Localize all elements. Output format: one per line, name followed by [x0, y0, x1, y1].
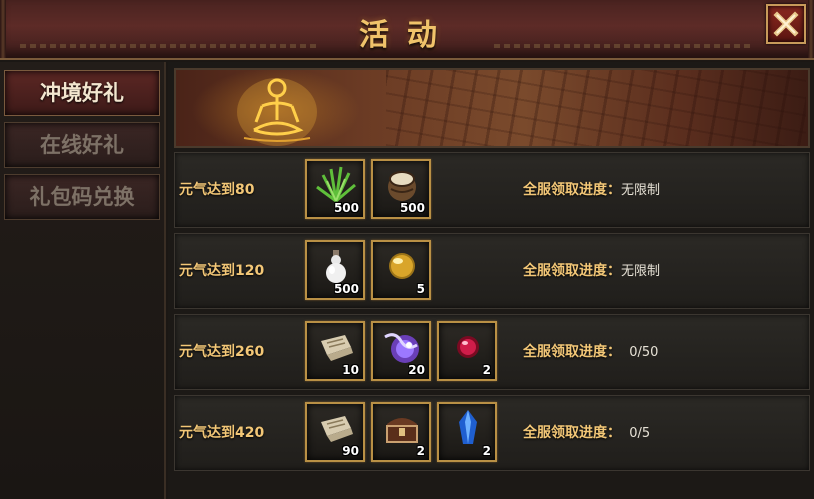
progress-value: 0/5 [621, 426, 651, 441]
reward-row: 元气达到420 90 2 2 全服领取进度： 0/5 [174, 395, 810, 471]
event-banner [174, 68, 810, 148]
tab-online-gift[interactable]: 在线好礼 [4, 122, 160, 168]
parchment-scroll-icon [321, 416, 353, 442]
item-quantity: 2 [482, 444, 491, 458]
item-quantity: 500 [333, 201, 359, 215]
red-gem-icon [457, 336, 479, 358]
progress-label: 全服领取进度： [523, 182, 621, 198]
banner-calligraphy [386, 70, 806, 146]
item-quantity: 90 [342, 444, 359, 458]
server-progress: 全服领取进度： 0/50 [523, 315, 658, 389]
blue-crystal-icon [459, 410, 477, 444]
item-quantity: 2 [416, 444, 425, 458]
reward-item-slot[interactable]: 500 [305, 159, 365, 219]
reward-row: 元气达到120 500 5 全服领取进度：无限制 [174, 233, 810, 309]
item-quantity: 5 [416, 282, 425, 296]
treasure-chest-icon [386, 418, 418, 443]
server-progress: 全服领取进度： 0/5 [523, 396, 650, 470]
reward-row: 元气达到80 500 500 全服领取进度：无限制 [174, 152, 810, 228]
progress-label: 全服领取进度： [523, 425, 621, 441]
item-quantity: 20 [408, 363, 425, 377]
purple-spirit-icon [384, 333, 419, 363]
item-quantity: 10 [342, 363, 359, 377]
herb-grass-icon [316, 166, 356, 203]
reward-row: 元气达到260 10 20 2 全服领取进度： 0/50 [174, 314, 810, 390]
reward-item-slot[interactable]: 5 [371, 240, 431, 300]
server-progress: 全服领取进度：无限制 [523, 234, 660, 308]
progress-value: 无限制 [621, 183, 661, 198]
drum-pouch-icon [388, 171, 416, 201]
progress-label: 全服领取进度： [523, 263, 621, 279]
main-panel: 元气达到80 500 500 全服领取进度：无限制 元气达到120 500 5 … [168, 62, 814, 499]
progress-label: 全服领取进度： [523, 344, 621, 360]
parchment-scroll-icon [321, 335, 353, 361]
item-quantity: 500 [333, 282, 359, 296]
reward-item-slot[interactable]: 2 [437, 321, 497, 381]
meditating-figure-icon [237, 78, 317, 146]
progress-value: 0/50 [621, 345, 659, 360]
item-quantity: 2 [482, 363, 491, 377]
window-header: 活动 [0, 0, 814, 60]
gold-orb-icon [389, 253, 415, 279]
reward-item-slot[interactable]: 90 [305, 402, 365, 462]
server-progress: 全服领取进度：无限制 [523, 153, 660, 227]
close-icon [773, 11, 799, 37]
reward-item-slot[interactable]: 20 [371, 321, 431, 381]
sidebar: 冲境好礼 在线好礼 礼包码兑换 [0, 62, 166, 499]
reward-item-slot[interactable]: 2 [371, 402, 431, 462]
reward-item-slot[interactable]: 2 [437, 402, 497, 462]
reward-condition: 元气达到420 [179, 425, 265, 441]
window-title: 活动 [359, 18, 455, 53]
reward-condition: 元气达到260 [179, 344, 265, 360]
close-button[interactable] [766, 4, 806, 44]
reward-item-slot[interactable]: 500 [305, 240, 365, 300]
tab-gift-code[interactable]: 礼包码兑换 [4, 174, 160, 220]
progress-value: 无限制 [621, 264, 661, 279]
reward-condition: 元气达到80 [179, 182, 255, 198]
item-quantity: 500 [399, 201, 425, 215]
reward-condition: 元气达到120 [179, 263, 265, 279]
reward-item-slot[interactable]: 10 [305, 321, 365, 381]
reward-item-slot[interactable]: 500 [371, 159, 431, 219]
tab-level-gift[interactable]: 冲境好礼 [4, 70, 160, 116]
white-gourd-bottle-icon [326, 250, 346, 283]
